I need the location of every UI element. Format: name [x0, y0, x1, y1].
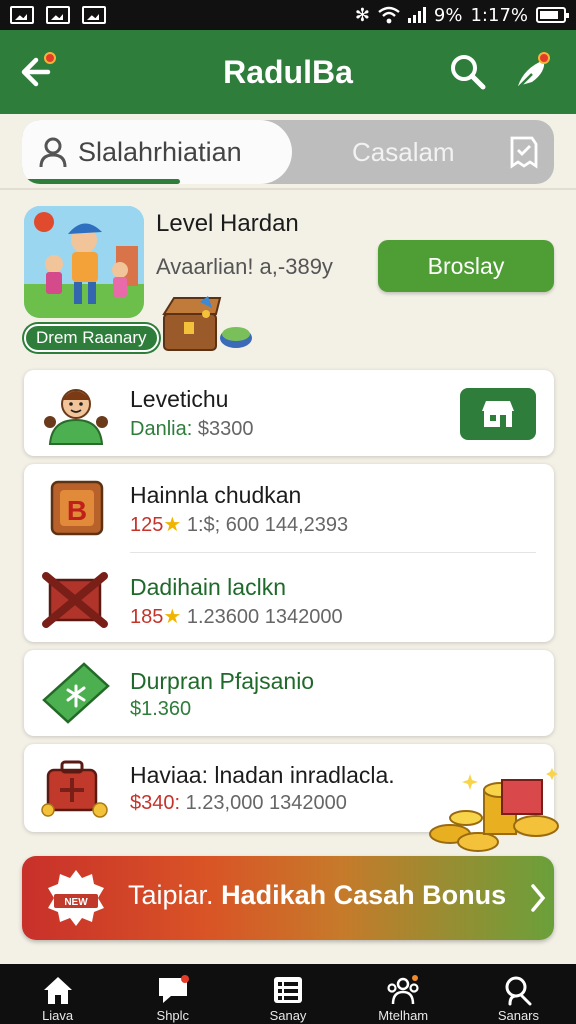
- row-sub-prefix: $340:: [130, 792, 181, 814]
- tab-slalahrhiatian[interactable]: Slalahrhiatian: [22, 120, 292, 184]
- store-button[interactable]: [460, 388, 536, 440]
- list-item[interactable]: Levetichu Danlia: $3300: [24, 370, 554, 456]
- red-case-icon: [41, 760, 108, 818]
- featured-action-button[interactable]: Broslay: [378, 240, 554, 292]
- list-item[interactable]: Durpran Pfajsanio $1.360: [24, 650, 554, 736]
- nav-label: Mtelham: [378, 1008, 429, 1023]
- notification-dot: [538, 52, 550, 64]
- bonus-banner[interactable]: NEW Taipiar. Hadikah Casah Bonus: [22, 856, 554, 940]
- new-badge-icon: NEW: [48, 870, 104, 926]
- row-sub-value: 1.23600 1342000: [181, 606, 343, 628]
- row-subtitle: 185★ 1.23600 1342000: [130, 604, 343, 629]
- divider: [130, 552, 536, 553]
- featured-title: Level Hardan: [156, 210, 299, 237]
- tab-indicator: [22, 179, 180, 184]
- nav-label: Sanars: [497, 1008, 540, 1023]
- row-subtitle: $340: 1.23,000 1342000: [130, 792, 347, 815]
- home-icon: [43, 977, 72, 1004]
- nav-label: Sanay: [269, 1008, 307, 1023]
- nav-item-search[interactable]: Sanars: [461, 964, 576, 1024]
- bonus-highlight: Hadikah Casah Bonus: [221, 880, 507, 910]
- nav-item-team[interactable]: Mtelham: [346, 964, 461, 1024]
- search-icon: [451, 55, 486, 90]
- app-bar: RadulBa: [0, 30, 576, 114]
- battery-icon: [536, 7, 569, 23]
- row-title: Durpran Pfajsanio: [130, 668, 315, 694]
- chat-icon: [158, 975, 189, 1003]
- star-icon: ★: [163, 606, 182, 628]
- b-block-icon: B: [50, 480, 104, 536]
- row-title: Haviaa: lnadan inradlacla.: [130, 762, 395, 788]
- treasure-chest-icon: [162, 296, 252, 351]
- nav-item-chat[interactable]: Shplc: [115, 964, 230, 1024]
- gallery-icon: [10, 6, 34, 24]
- status-time: 1:17%: [470, 4, 528, 26]
- nav-label: Shplc: [156, 1008, 190, 1023]
- person-icon: [39, 137, 67, 168]
- svg-text:B: B: [67, 495, 87, 526]
- featured-subtitle: Avaarlian! a,-389y: [156, 254, 333, 279]
- row-subtitle: $1.360: [130, 698, 191, 721]
- svg-text:NEW: NEW: [64, 897, 88, 908]
- row-sub-value: 1:$; 600 144,2393: [181, 514, 349, 536]
- green-ticket-icon: [42, 662, 110, 724]
- battery-percent: 9%: [433, 4, 463, 26]
- nav-label: Liava: [42, 1008, 74, 1023]
- bonus-lead: Taipiar.: [128, 880, 222, 910]
- row-sub-prefix: 125: [130, 514, 164, 536]
- bonus-text: Taipiar. Hadikah Casah Bonus: [128, 880, 506, 911]
- store-icon: [482, 401, 514, 427]
- list-group: B Hainnla chudkan 125★ 1:$; 600 144,2393…: [24, 464, 554, 642]
- tab-label: Casalam: [352, 136, 455, 167]
- row-subtitle: Danlia: $3300: [130, 418, 253, 441]
- row-subtitle: 125★ 1:$; 600 144,2393: [130, 512, 348, 537]
- photos-icon: [46, 6, 70, 24]
- tab-bar: Slalahrhiatian Casalam: [22, 120, 554, 184]
- row-sub-prefix: $1.360: [130, 698, 192, 720]
- tab-label: Slalahrhiatian: [78, 136, 242, 167]
- kids-illustration-icon: [24, 206, 144, 318]
- row-title: Levetichu: [130, 386, 229, 412]
- row-sub-value: $3300: [192, 418, 254, 440]
- row-sub-value: 1.23,000 1342000: [180, 792, 347, 814]
- status-bar: ✻ 9% 1:17%: [0, 0, 576, 30]
- signal-icon: [407, 7, 426, 23]
- feather-icon: [517, 60, 545, 89]
- red-x-crate-icon: [42, 572, 108, 628]
- row-sub-prefix: Danlia:: [130, 418, 193, 440]
- image-icon: [82, 6, 106, 24]
- nav-item-home[interactable]: Liava: [0, 964, 115, 1024]
- wifi-icon: [378, 6, 400, 24]
- feather-button[interactable]: [510, 48, 558, 96]
- receipt-icon[interactable]: [506, 134, 542, 170]
- star-icon: ★: [163, 514, 182, 536]
- gold-coins-icon: [429, 768, 559, 852]
- team-icon: [387, 975, 419, 1005]
- row-sub-prefix: 185: [130, 606, 164, 628]
- status-badge: Drem Raanary: [24, 324, 159, 352]
- row-title: Hainnla chudkan: [130, 482, 302, 508]
- search-icon: [505, 976, 532, 1006]
- search-button[interactable]: [446, 50, 490, 94]
- tab-casalam[interactable]: Casalam: [352, 120, 455, 184]
- bluetooth-icon: ✻: [354, 4, 370, 26]
- person-avatar-icon: [44, 389, 108, 445]
- game-thumbnail[interactable]: [24, 206, 144, 318]
- list-icon: [274, 977, 302, 1003]
- chevron-right-icon: [531, 884, 546, 912]
- divider: [0, 188, 576, 190]
- row-title: Dadihain laclkn: [130, 574, 286, 600]
- bottom-nav: Liava Shplc Sanay Mtelham Sanars: [0, 964, 576, 1024]
- nav-item-list[interactable]: Sanay: [230, 964, 345, 1024]
